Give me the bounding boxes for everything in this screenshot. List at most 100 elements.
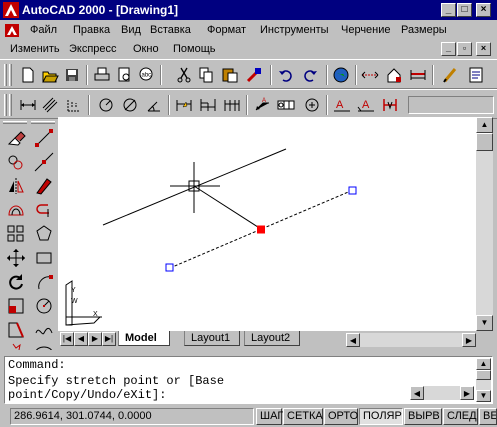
copy-object-icon[interactable]	[5, 151, 27, 173]
tab-last-button[interactable]: ▶|	[102, 332, 116, 346]
menu-draw[interactable]: Черчение	[341, 24, 391, 36]
command-scroll-down-button[interactable]: ▼	[476, 390, 491, 402]
print-icon[interactable]	[92, 65, 112, 85]
tab-layout1[interactable]: Layout1	[184, 331, 240, 346]
toolbar-grip[interactable]	[9, 64, 12, 86]
menu-view[interactable]: Вид	[121, 24, 141, 36]
command-scroll-up-button[interactable]: ▲	[476, 358, 491, 370]
menu-edit[interactable]: Правка	[73, 24, 110, 36]
grid-toggle[interactable]: СЕТКА	[283, 408, 323, 425]
ortho-toggle[interactable]: ОРТО	[324, 408, 358, 425]
doc-restore-button[interactable]: ▫	[457, 42, 472, 56]
match-properties-icon[interactable]	[244, 65, 264, 85]
menu-express[interactable]: Экспресс	[69, 43, 117, 55]
coordinates-display[interactable]: 286.9614, 301.0744, 0.0000	[10, 408, 254, 425]
copy-icon[interactable]	[196, 65, 216, 85]
command-scroll-thumb[interactable]	[476, 370, 491, 380]
tolerance-icon[interactable]	[276, 95, 296, 115]
polar-toggle[interactable]: ПОЛЯР	[359, 408, 403, 425]
linear-dim-icon[interactable]	[18, 95, 38, 115]
open-icon[interactable]	[40, 65, 60, 85]
command-scroll-right-button[interactable]: ▶	[460, 386, 474, 400]
grip-start[interactable]	[165, 263, 174, 272]
autocad-logo-icon[interactable]	[3, 2, 19, 18]
document-icon[interactable]	[4, 23, 20, 38]
measure-icon[interactable]	[408, 65, 428, 85]
internet-icon[interactable]	[331, 65, 351, 85]
arc-icon-2[interactable]	[33, 199, 55, 221]
doc-minimize-button[interactable]: _	[441, 42, 456, 56]
menu-insert[interactable]: Вставка	[150, 24, 191, 36]
scroll-down-button[interactable]: ▼	[476, 315, 493, 331]
diameter-dim-icon[interactable]	[120, 95, 140, 115]
aligned-dim-icon[interactable]	[40, 95, 60, 115]
new-icon[interactable]	[18, 65, 38, 85]
minimize-button[interactable]: _	[441, 3, 456, 17]
tab-model[interactable]: Model	[118, 331, 170, 346]
close-button[interactable]: ×	[476, 3, 491, 17]
tab-prev-button[interactable]: ◀	[74, 332, 88, 346]
scroll-right-button[interactable]: ▶	[462, 333, 476, 347]
erase-icon[interactable]	[5, 127, 27, 149]
drawing-canvas[interactable]: Y W X	[58, 117, 476, 331]
leader-icon[interactable]: A	[252, 95, 272, 115]
menu-tools[interactable]: Инструменты	[260, 24, 329, 36]
scroll-thumb[interactable]	[476, 133, 493, 151]
tab-layout2[interactable]: Layout2	[244, 331, 300, 346]
offset-icon[interactable]	[5, 199, 27, 221]
polygon-icon[interactable]	[33, 223, 55, 245]
grip-end[interactable]	[348, 186, 357, 195]
vertical-scrollbar[interactable]: ▲ ▼	[476, 117, 493, 331]
line-icon[interactable]	[33, 127, 55, 149]
continue-dim-icon[interactable]	[222, 95, 242, 115]
scroll-up-button[interactable]: ▲	[476, 117, 493, 133]
redo-icon[interactable]	[300, 65, 320, 85]
osnap-toggle[interactable]: ВЫРВ	[404, 408, 442, 425]
lineweight-toggle[interactable]: ВЕ	[479, 408, 497, 425]
insert-block-icon[interactable]	[384, 65, 404, 85]
spline-icon[interactable]	[33, 319, 55, 341]
snap-toggle[interactable]: ШАГ	[256, 408, 283, 425]
circle-icon[interactable]	[33, 295, 55, 317]
draw-icon[interactable]	[440, 65, 460, 85]
command-horizontal-scrollbar[interactable]: ◀ ▶	[410, 386, 474, 400]
draw-toolbar-grip[interactable]	[31, 121, 55, 124]
menu-window[interactable]: Окно	[133, 43, 159, 55]
otrack-toggle[interactable]: СЛЕД	[443, 408, 478, 425]
menu-modify[interactable]: Изменить	[10, 43, 60, 55]
command-scroll-left-button[interactable]: ◀	[410, 386, 424, 400]
save-icon[interactable]	[62, 65, 82, 85]
modify-toolbar-grip[interactable]	[3, 121, 27, 124]
horizontal-scrollbar[interactable]: ◀ ▶	[346, 333, 476, 347]
toolbar-grip[interactable]	[4, 64, 7, 86]
arc-icon[interactable]	[33, 271, 55, 293]
menu-format[interactable]: Формат	[207, 24, 246, 36]
dim-style-field[interactable]	[408, 96, 494, 114]
menu-dimension[interactable]: Размеры	[401, 24, 447, 36]
move-icon[interactable]	[5, 247, 27, 269]
undo-icon[interactable]	[276, 65, 296, 85]
dim-edit-icon[interactable]: A	[332, 95, 352, 115]
scale-icon[interactable]	[5, 295, 27, 317]
angular-dim-icon[interactable]	[144, 95, 164, 115]
ordinate-dim-icon[interactable]	[64, 95, 84, 115]
paste-icon[interactable]	[220, 65, 240, 85]
distance-icon[interactable]	[360, 65, 380, 85]
doc-close-button[interactable]: ×	[476, 42, 491, 56]
tab-next-button[interactable]: ▶	[88, 332, 102, 346]
quick-dim-icon[interactable]	[174, 95, 194, 115]
menu-help[interactable]: Помощь	[173, 43, 216, 55]
mirror-icon[interactable]	[5, 175, 27, 197]
maximize-button[interactable]: □	[457, 3, 472, 17]
construction-line-icon[interactable]	[33, 151, 55, 173]
menu-file[interactable]: Файл	[30, 24, 57, 36]
dim-update-icon[interactable]	[380, 95, 400, 115]
grip-hot[interactable]	[257, 225, 265, 234]
rectangle-icon[interactable]	[33, 247, 55, 269]
spell-check-icon[interactable]: abc	[136, 65, 156, 85]
center-mark-icon[interactable]	[302, 95, 322, 115]
toolbar-grip[interactable]	[9, 94, 12, 116]
tab-first-button[interactable]: |◀	[60, 332, 74, 346]
properties-icon[interactable]	[466, 65, 486, 85]
rotate-icon[interactable]	[5, 271, 27, 293]
